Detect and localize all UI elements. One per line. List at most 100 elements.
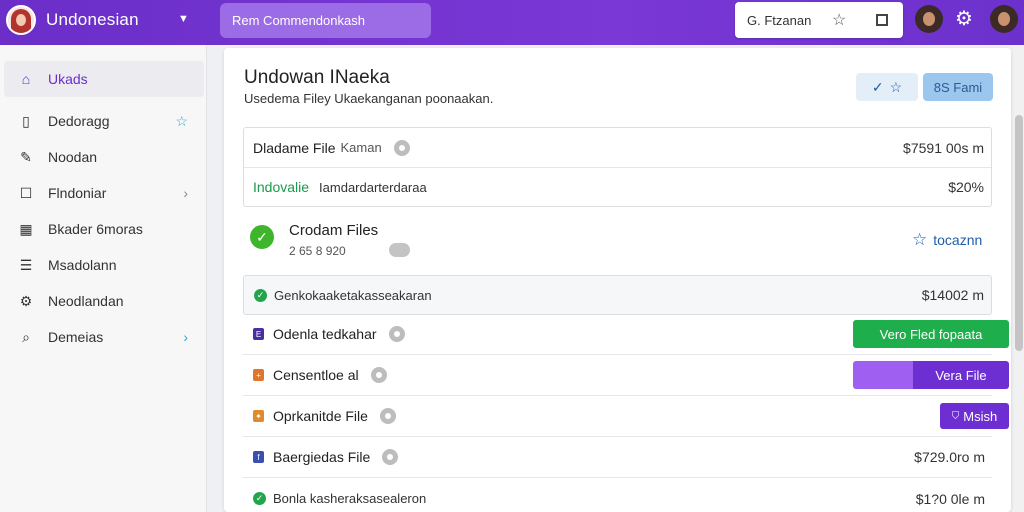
highlight-inner: ✓ Genkokaaketakasseakaran $14002 m [244,276,991,314]
brand-name: Undonesian [46,10,139,29]
list-icon: ☰ [19,256,33,273]
sidebar-item-noodan[interactable]: ✎ Noodan [4,139,204,175]
sidebar-item-label: Noodan [48,149,98,165]
user-avatar[interactable] [990,5,1018,33]
info-icon[interactable] [379,408,396,424]
top-bar: Undonesian ▼ Rem Commendonkash G. Ftzana… [0,0,1024,45]
page-subtitle: Usedema Filey Ukaekanganan poonaakan. [244,91,494,106]
home-icon: ⌂ [21,71,31,87]
avatar[interactable] [915,5,943,33]
sidebar: ⌂ Ukads ▯ Dedoragg ☆ ✎ Noodan ☐ Flndonia… [0,45,207,512]
sidebar-item-label: Neodlandan [48,293,124,309]
file-name: Censentloe al [273,367,359,383]
check-icon: ✓ [254,288,267,302]
row-label: Bonla kasheraksasealeron [273,491,427,506]
summary-box: Dladame File Kaman $7591 00s m Indovalie… [243,127,992,207]
top-box-text: G. Ftzanan [747,12,812,28]
section-count: 2 65 8 920 [289,244,346,258]
sidebar-item-dedoragg[interactable]: ▯ Dedoragg ☆ [4,103,204,139]
file-amount: $729.0ro m [914,449,985,465]
file-action-button[interactable]: ⛉ Msish [940,403,1009,429]
search-icon: ⌕ [22,328,30,345]
page-title: Undowan INaeka [244,67,390,88]
sidebar-item-label: Flndoniar [48,185,107,201]
star-icon[interactable]: ☆ [175,113,188,130]
info-icon[interactable] [382,449,399,465]
file-action-label: Msish [963,408,998,424]
main-panel: Undowan INaeka Usedema Filey Ukaekangana… [224,48,1011,512]
summary-row[interactable]: Dladame File Kaman $7591 00s m [244,128,991,168]
clipboard-icon: ▯ [22,112,30,129]
summary-sub: Kaman [340,140,382,155]
sidebar-item-msadolann[interactable]: ☰ Msadolann [4,247,204,283]
file-name: Baergiedas File [273,449,371,465]
file-icon: + [253,369,264,381]
gear-icon: ⚙ [19,292,33,309]
check-star-button[interactable]: ✓ ☆ [856,73,918,101]
summary-label: Indovalie [253,179,310,195]
search-input[interactable]: Rem Commendonkash [220,3,431,38]
info-icon[interactable] [370,367,387,383]
highlight-amount: $14002 m [921,287,984,303]
sidebar-item-ukads[interactable]: ⌂ Ukads [4,61,204,97]
table-row[interactable]: ✦ Oprkanitde File ⛉ Msish [243,396,1009,437]
chevron-right-icon: › [183,329,188,345]
file-action-button[interactable]: Vero Fled fopaata [853,320,1009,348]
file-icon: f [253,451,264,463]
highlight-row[interactable]: ✓ Genkokaaketakasseakaran $14002 m [243,275,992,315]
file-action-button[interactable]: Vera File [853,361,1009,389]
toggle-pill[interactable] [389,243,410,257]
gear-icon[interactable]: ⚙ [955,6,973,31]
brand-logo [6,5,36,35]
star-icon: ☆ [912,230,928,249]
shield-icon: ⛉ [951,410,960,422]
info-icon[interactable] [393,139,410,156]
sidebar-item-label: Demeias [48,329,104,345]
scrollbar-thumb[interactable] [1015,115,1023,351]
file-icon: ✦ [253,410,264,422]
star-icon: ☆ [889,78,903,95]
sidebar-item-label: Bkader 6moras [48,221,143,237]
summary-sub: Iamdardarterdaraa [319,179,427,195]
sidebar-item-label: Msadolann [48,257,117,273]
chevron-right-icon: › [183,185,188,201]
square-icon: ☐ [19,184,33,201]
summary-label: Dladame File [253,139,336,156]
row-amount: $1?0 0le m [915,490,985,507]
sidebar-item-neodlandan[interactable]: ⚙ Neodlandan [4,283,204,319]
scrollbar[interactable] [1014,45,1024,512]
table-row[interactable]: + Censentloe al Vera File [243,355,1009,396]
top-search-box[interactable]: G. Ftzanan ☆ [735,2,903,38]
info-icon[interactable] [388,326,405,342]
check-circle-icon: ✓ [250,225,274,249]
sidebar-item-bkader[interactable]: ▦ Bkader 6moras [4,211,204,247]
split-left[interactable] [853,361,913,389]
square-icon[interactable] [876,14,889,26]
table-row[interactable]: f Baergiedas File $729.0ro m [243,437,992,478]
section-action[interactable]: ☆ tocaznn [912,230,982,250]
summary-row[interactable]: Indovalie Iamdardarterdaraa $20% [244,167,991,207]
section-action-label: tocaznn [933,232,983,248]
chevron-down-icon[interactable]: ▼ [178,13,189,25]
file-name: Odenla tedkahar [273,326,377,342]
table-row[interactable]: ✓ Bonla kasheraksasealeron $1?0 0le m [243,478,992,512]
summary-amount: $7591 00s m [903,139,984,156]
star-icon[interactable]: ☆ [832,10,846,30]
check-icon: ✓ [871,78,884,95]
file-name: Oprkanitde File [273,408,368,424]
calendar-icon: ▦ [19,220,33,237]
check-icon: ✓ [253,492,266,505]
sidebar-item-label: Dedoragg [48,113,110,129]
section-title: Crodam Files [289,222,379,239]
sidebar-item-label: Ukads [48,71,88,87]
pencil-icon: ✎ [20,148,32,165]
table-row[interactable]: E Odenla tedkahar Vero Fled fopaata [243,314,1009,355]
split-right-label[interactable]: Vera File [913,361,1009,389]
sidebar-item-flndoniar[interactable]: ☐ Flndoniar › [4,175,204,211]
primary-button[interactable]: 8S Fami [923,73,993,101]
sidebar-item-demeias[interactable]: ⌕ Demeias › [4,319,204,355]
highlight-label: Genkokaaketakasseakaran [274,287,432,303]
brand[interactable]: Undonesian [6,5,139,35]
summary-amount: $20% [948,179,984,195]
file-icon: E [253,328,264,340]
